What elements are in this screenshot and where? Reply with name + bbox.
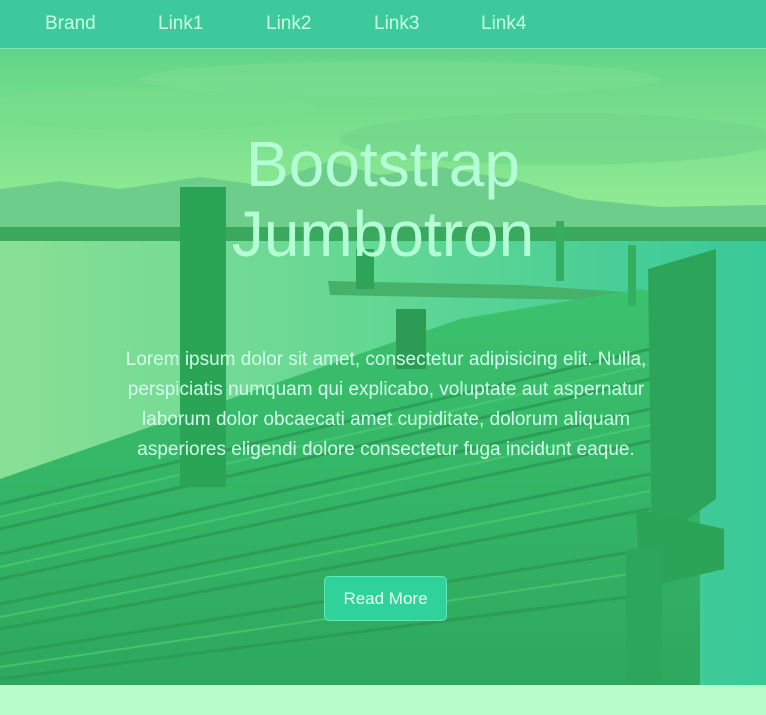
page-bottom-strip [0, 685, 766, 715]
hero-title-line-1: Bootstrap [246, 128, 520, 200]
top-navbar: Brand Link1 Link2 Link3 Link4 [0, 0, 766, 49]
read-more-button[interactable]: Read More [324, 576, 447, 621]
jumbotron: Bootstrap Jumbotron Lorem ipsum dolor si… [0, 49, 766, 685]
nav-link-3[interactable]: Link3 [374, 0, 419, 48]
brand-link[interactable]: Brand [45, 0, 96, 48]
nav-link-2[interactable]: Link2 [266, 0, 311, 48]
nav-link-1[interactable]: Link1 [158, 0, 203, 48]
hero-description: Lorem ipsum dolor sit amet, consectetur … [125, 349, 647, 460]
hero-title: Bootstrap Jumbotron [0, 129, 766, 269]
hero-title-line-2: Jumbotron [231, 198, 535, 270]
nav-link-4[interactable]: Link4 [481, 0, 526, 48]
